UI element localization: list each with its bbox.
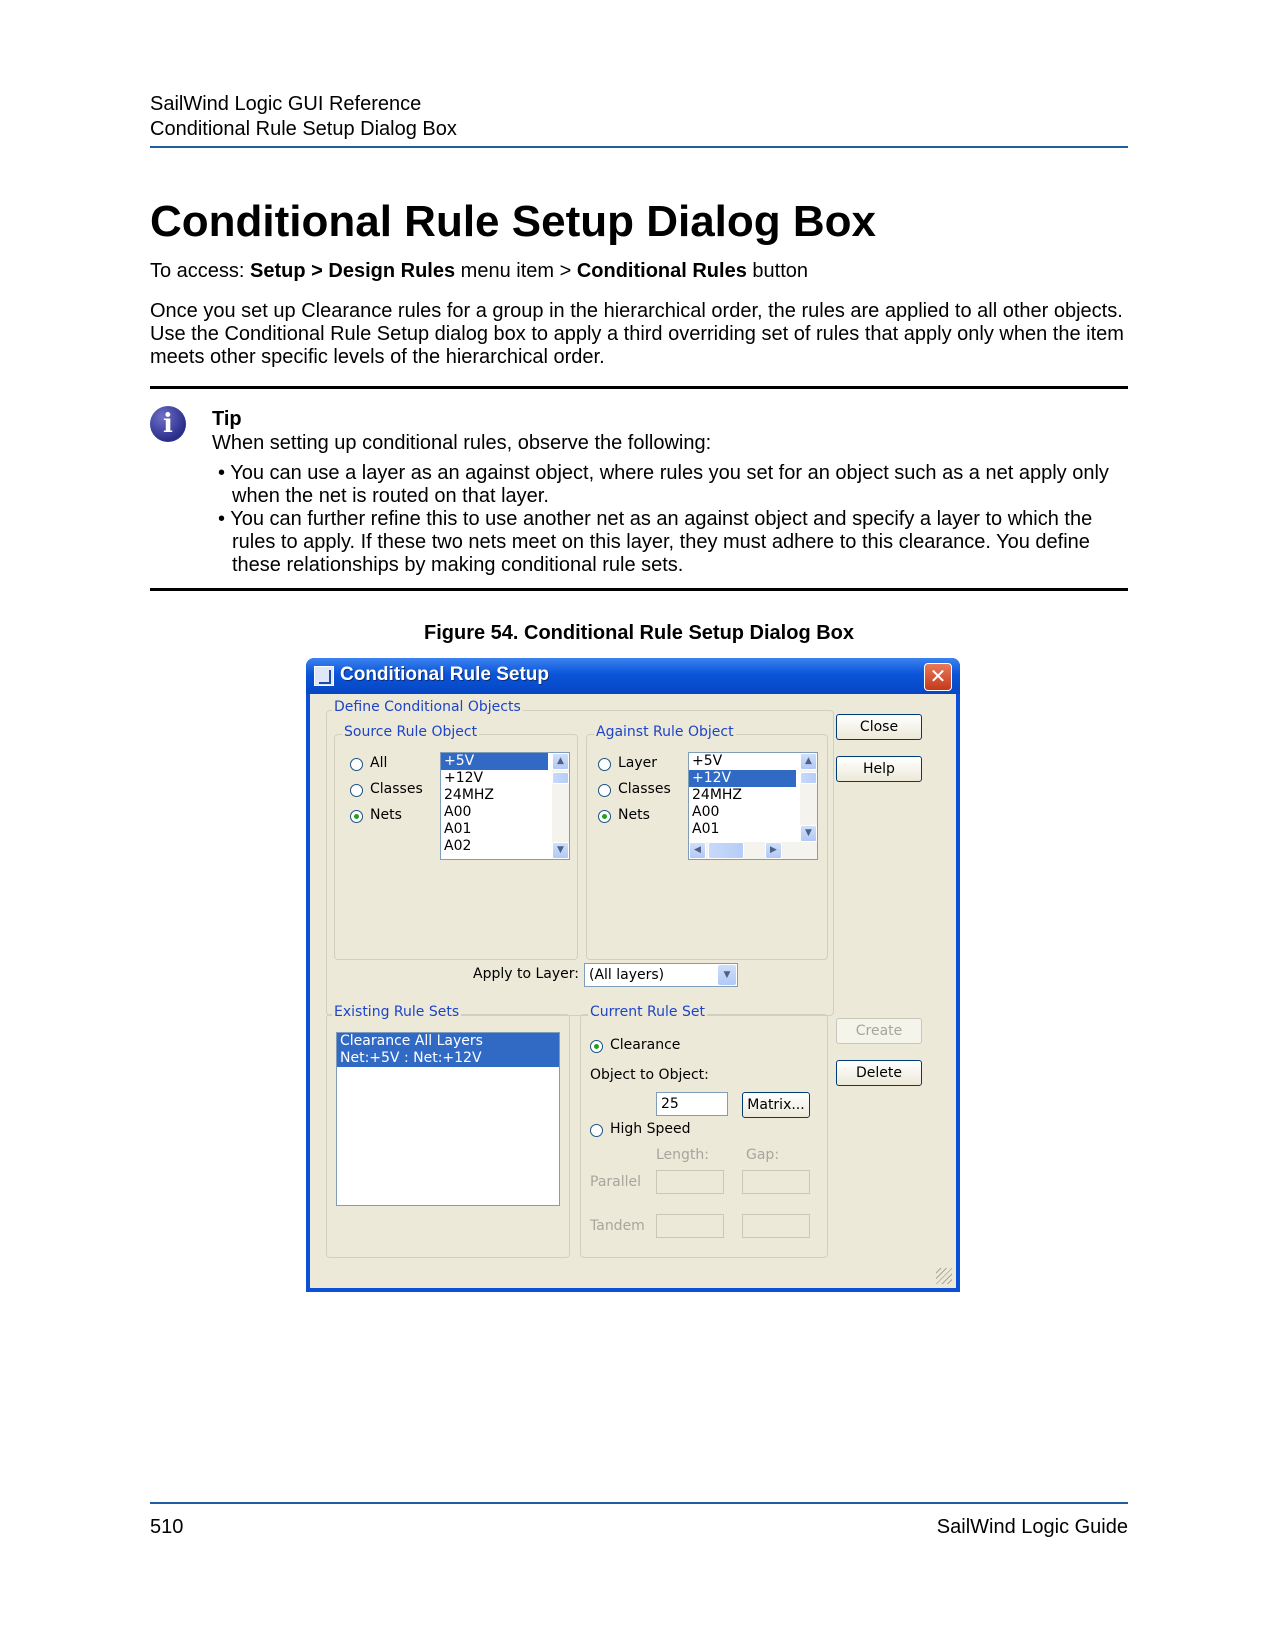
scroll-up-icon[interactable]: ▲ <box>800 753 817 770</box>
page-title: Conditional Rule Setup Dialog Box <box>150 197 876 246</box>
list-item[interactable]: A00 <box>689 804 817 821</box>
header-rule <box>150 146 1128 148</box>
footer-rule <box>150 1502 1128 1504</box>
source-net-list[interactable]: +5V +12V 24MHZ A00 A01 A02 ▲ ▼ <box>440 752 570 860</box>
page-number: 510 <box>150 1516 184 1538</box>
source-list-scrollbar[interactable]: ▲ ▼ <box>552 753 569 859</box>
apply-to-layer-select[interactable]: (All layers) ▼ <box>584 963 738 987</box>
source-classes-label: Classes <box>370 781 423 797</box>
against-rule-object-label: Against Rule Object <box>594 724 736 740</box>
source-classes-radio[interactable] <box>350 784 363 797</box>
info-icon: i <box>150 406 186 442</box>
list-item[interactable]: 24MHZ <box>689 787 817 804</box>
object-to-object-input[interactable]: 25 <box>656 1092 728 1116</box>
scroll-thumb[interactable] <box>800 772 817 784</box>
access-line: To access: Setup > Design Rules menu ite… <box>150 260 808 282</box>
length-label: Length: <box>656 1147 710 1163</box>
scroll-left-icon[interactable]: ◀ <box>689 842 706 859</box>
list-item[interactable]: +12V <box>689 770 796 787</box>
resize-grip-icon[interactable] <box>936 1268 952 1284</box>
source-all-label: All <box>370 755 388 771</box>
list-item[interactable]: 24MHZ <box>441 787 569 804</box>
list-item[interactable]: Clearance All Layers <box>337 1033 559 1050</box>
tip-title: Tip <box>212 408 242 430</box>
close-icon[interactable]: ✕ <box>924 663 952 691</box>
conditional-rule-setup-dialog: Conditional Rule Setup ✕ Define Conditio… <box>306 658 960 1292</box>
create-button[interactable]: Create <box>836 1018 922 1044</box>
tip-bullet: • You can use a layer as an against obje… <box>218 462 1109 507</box>
scroll-up-icon[interactable]: ▲ <box>552 753 569 770</box>
source-nets-label: Nets <box>370 807 402 823</box>
existing-rule-sets-list[interactable]: Clearance All Layers Net:+5V : Net:+12V <box>336 1032 560 1206</box>
apply-to-layer-value: (All layers) <box>589 967 665 983</box>
dialog-titlebar[interactable]: Conditional Rule Setup ✕ <box>306 658 960 694</box>
against-list-vscrollbar[interactable]: ▲ ▼ <box>800 753 817 842</box>
matrix-button[interactable]: Matrix... <box>742 1092 810 1118</box>
guide-title: SailWind Logic Guide <box>936 1516 1128 1538</box>
against-layer-label: Layer <box>618 755 658 771</box>
against-net-list[interactable]: +5V +12V 24MHZ A00 A01 ▲ ▼ ◀ ▶ <box>688 752 818 860</box>
scroll-thumb[interactable] <box>552 772 569 784</box>
dialog-body: Define Conditional Objects Source Rule O… <box>310 694 956 1288</box>
list-item[interactable]: +5V <box>441 753 548 770</box>
apply-to-layer-label: Apply to Layer: <box>473 966 579 982</box>
scroll-down-icon[interactable]: ▼ <box>552 842 569 859</box>
dialog-title: Conditional Rule Setup <box>340 664 549 685</box>
define-conditional-objects-label: Define Conditional Objects <box>332 699 523 715</box>
tip-bullet: • You can further refine this to use ano… <box>218 508 1093 576</box>
tip-top-rule <box>150 386 1128 389</box>
high-speed-radio[interactable] <box>590 1124 603 1137</box>
list-item[interactable]: +12V <box>441 770 569 787</box>
delete-button[interactable]: Delete <box>836 1060 922 1086</box>
tip-text: When setting up conditional rules, obser… <box>212 432 712 454</box>
gap-label: Gap: <box>746 1147 780 1163</box>
running-header-section: Conditional Rule Setup Dialog Box <box>150 118 457 140</box>
source-nets-radio[interactable] <box>350 810 363 823</box>
high-speed-label: High Speed <box>610 1121 691 1137</box>
against-nets-label: Nets <box>618 807 650 823</box>
list-item[interactable]: +5V <box>689 753 817 770</box>
source-all-radio[interactable] <box>350 758 363 771</box>
source-rule-object-label: Source Rule Object <box>342 724 480 740</box>
scroll-right-icon[interactable]: ▶ <box>765 842 782 859</box>
current-rule-set-label: Current Rule Set <box>588 1004 707 1020</box>
tandem-label: Tandem <box>590 1218 645 1234</box>
parallel-label: Parallel <box>590 1174 642 1190</box>
list-item[interactable]: A01 <box>441 821 569 838</box>
tip-bottom-rule <box>150 588 1128 591</box>
against-nets-radio[interactable] <box>598 810 611 823</box>
list-item[interactable]: Net:+5V : Net:+12V <box>337 1050 559 1067</box>
against-classes-radio[interactable] <box>598 784 611 797</box>
scroll-thumb[interactable] <box>708 842 744 859</box>
parallel-gap-input[interactable] <box>742 1170 810 1194</box>
app-icon <box>314 666 334 686</box>
tandem-length-input[interactable] <box>656 1214 724 1238</box>
object-to-object-label: Object to Object: <box>590 1067 709 1083</box>
figure-caption: Figure 54. Conditional Rule Setup Dialog… <box>423 622 855 644</box>
clearance-label: Clearance <box>610 1037 681 1053</box>
help-button[interactable]: Help <box>836 756 922 782</box>
list-item[interactable]: A01 <box>689 821 817 838</box>
clearance-radio[interactable] <box>590 1040 603 1053</box>
running-header-title: SailWind Logic GUI Reference <box>150 93 422 115</box>
chevron-down-icon[interactable]: ▼ <box>718 965 736 985</box>
list-item[interactable]: A00 <box>441 804 569 821</box>
against-classes-label: Classes <box>618 781 671 797</box>
scroll-down-icon[interactable]: ▼ <box>800 825 817 842</box>
existing-rule-sets-label: Existing Rule Sets <box>332 1004 462 1020</box>
tandem-gap-input[interactable] <box>742 1214 810 1238</box>
intro-paragraph: Once you set up Clearance rules for a gr… <box>150 300 1124 368</box>
against-list-hscrollbar[interactable]: ◀ ▶ <box>689 842 817 859</box>
parallel-length-input[interactable] <box>656 1170 724 1194</box>
against-layer-radio[interactable] <box>598 758 611 771</box>
close-button[interactable]: Close <box>836 714 922 740</box>
list-item[interactable]: A02 <box>441 838 569 855</box>
